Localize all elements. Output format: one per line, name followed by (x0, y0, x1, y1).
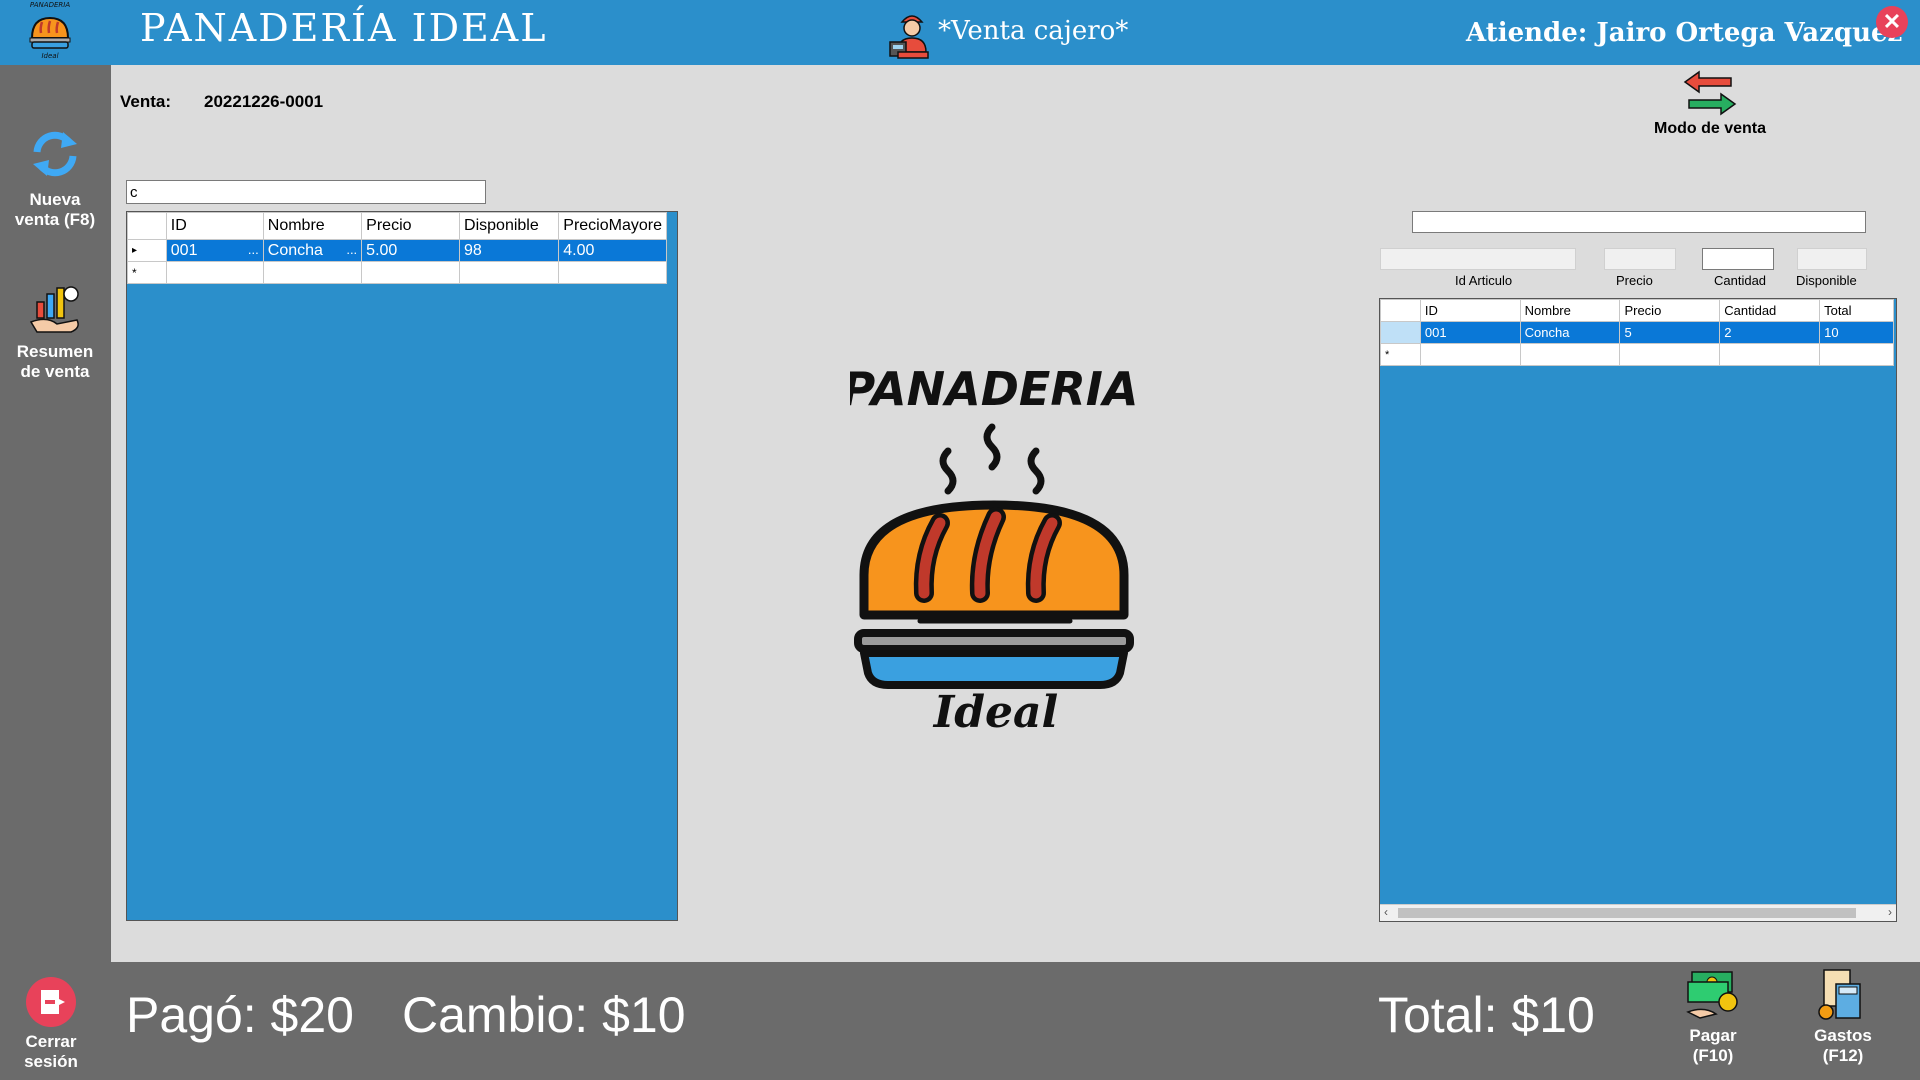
col-header-name[interactable]: Nombre (1519, 299, 1621, 322)
cell-id[interactable]: 001... (165, 239, 264, 262)
brand-title: PANADERÍA IDEAL (140, 6, 548, 50)
col-header-total[interactable]: Total (1819, 299, 1894, 322)
app-logo-text-top: PANADERIA (30, 1, 70, 9)
money-icon (1686, 968, 1740, 1020)
col-header-available[interactable]: Disponible (459, 212, 560, 240)
scroll-right-icon[interactable]: › (1888, 905, 1892, 919)
cell-ellipsis: ... (346, 241, 358, 257)
cashier-icon (888, 8, 936, 60)
table-row[interactable]: 001 Concha 5 2 10 (1380, 321, 1894, 344)
col-header-price[interactable]: Precio (1619, 299, 1721, 322)
logo-text-bottom: Ideal (932, 687, 1059, 735)
app-logo: PANADERIA Ideal (24, 0, 76, 60)
new-sale-label: Nueva venta (F8) (14, 190, 96, 229)
cell-ellipsis: ... (247, 241, 259, 257)
sale-mode-button[interactable]: Modo de venta (1644, 68, 1776, 148)
app-logo-text-bottom: Ideal (41, 52, 58, 60)
total-amount: Total: $10 (1378, 987, 1595, 1043)
close-button[interactable]: ✕ (1876, 6, 1908, 38)
logo-text-top: PANADERIA (850, 362, 1138, 416)
scroll-left-icon[interactable]: ‹ (1384, 905, 1388, 919)
cell-available[interactable]: 98 (459, 239, 560, 262)
sale-mode-label: Modo de venta (1653, 120, 1766, 137)
pay-button[interactable]: Pagar (F10) (1676, 968, 1750, 1074)
col-header-quantity[interactable]: Cantidad (1719, 299, 1821, 322)
item-id-label: Id Articulo (1455, 273, 1513, 288)
quantity-field[interactable] (1702, 248, 1774, 270)
change-amount: Cambio: $10 (402, 987, 686, 1043)
bakery-logo: PANADERIA Ideal (842, 355, 1140, 738)
expenses-label: Gastos (F12) (1814, 1026, 1872, 1065)
refresh-icon (27, 126, 83, 182)
sale-summary-label: Resumen de venta (16, 342, 94, 381)
logout-label: Cerrar sesión (24, 1032, 78, 1071)
cell-price[interactable]: 5 (1619, 321, 1721, 344)
row-header-cell (1380, 299, 1421, 322)
scroll-thumb[interactable] (1398, 908, 1856, 918)
sale-summary-button[interactable]: Resumen de venta (6, 282, 104, 382)
new-row-marker: * (1380, 343, 1421, 366)
sale-number: 20221226-0001 (204, 92, 324, 111)
swap-arrows-icon (1683, 68, 1737, 118)
price-label: Precio (1616, 273, 1653, 288)
col-header-price[interactable]: Precio (361, 212, 461, 240)
available-field (1797, 248, 1867, 270)
cell-id[interactable]: 001 (1419, 321, 1521, 344)
summary-chart-icon (27, 282, 83, 336)
barcode-input[interactable] (1412, 211, 1866, 233)
cashier-name: Atiende: Jairo Ortega Vazquez (1466, 18, 1903, 48)
row-marker (1380, 321, 1421, 344)
price-field (1604, 248, 1676, 270)
item-id-field (1380, 248, 1576, 270)
cell-price[interactable]: 5.00 (361, 239, 461, 262)
cell-name[interactable]: Concha... (262, 239, 363, 262)
cell-quantity[interactable]: 2 (1719, 321, 1821, 344)
cell-id-value: 001 (170, 241, 198, 259)
totals-bar (111, 962, 1920, 1080)
available-label: Disponible (1796, 273, 1857, 288)
cart-grid[interactable]: ID Nombre Precio Cantidad Total 001 Conc… (1379, 298, 1897, 922)
sale-label: Venta: (120, 92, 172, 111)
cell-name-value: Concha (267, 241, 323, 259)
products-grid[interactable]: ID Nombre Precio Disponible PrecioMayore… (126, 211, 678, 921)
mode-title: *Venta cajero* (938, 16, 1129, 46)
expenses-button[interactable]: Gastos (F12) (1802, 968, 1884, 1074)
new-row[interactable]: * (1380, 343, 1894, 366)
cell-name[interactable]: Concha (1519, 321, 1621, 344)
product-search-input[interactable] (126, 180, 486, 204)
col-header-id[interactable]: ID (1419, 299, 1521, 322)
new-row-marker: * (127, 261, 167, 284)
calculator-icon (1816, 968, 1870, 1020)
row-marker: ▸ (127, 239, 167, 262)
cell-wholesale-price[interactable]: 4.00 (558, 239, 667, 262)
col-header-wholesale-price[interactable]: PrecioMayore (558, 212, 667, 240)
col-header-id[interactable]: ID (165, 212, 264, 240)
horizontal-scrollbar[interactable]: ‹ › (1380, 904, 1896, 921)
logout-icon (25, 976, 77, 1028)
cell-total[interactable]: 10 (1819, 321, 1894, 344)
pay-label: Pagar (F10) (1689, 1026, 1737, 1065)
row-header-cell (127, 212, 167, 240)
logout-button[interactable]: Cerrar sesión (6, 976, 96, 1076)
paid-amount: Pagó: $20 (126, 987, 354, 1043)
table-row[interactable]: ▸ 001... Concha... 5.00 98 4.00 (127, 239, 667, 262)
new-row[interactable]: * (127, 261, 667, 284)
new-sale-button[interactable]: Nueva venta (F8) (10, 120, 100, 260)
quantity-label: Cantidad (1714, 273, 1767, 288)
col-header-name[interactable]: Nombre (262, 212, 363, 240)
